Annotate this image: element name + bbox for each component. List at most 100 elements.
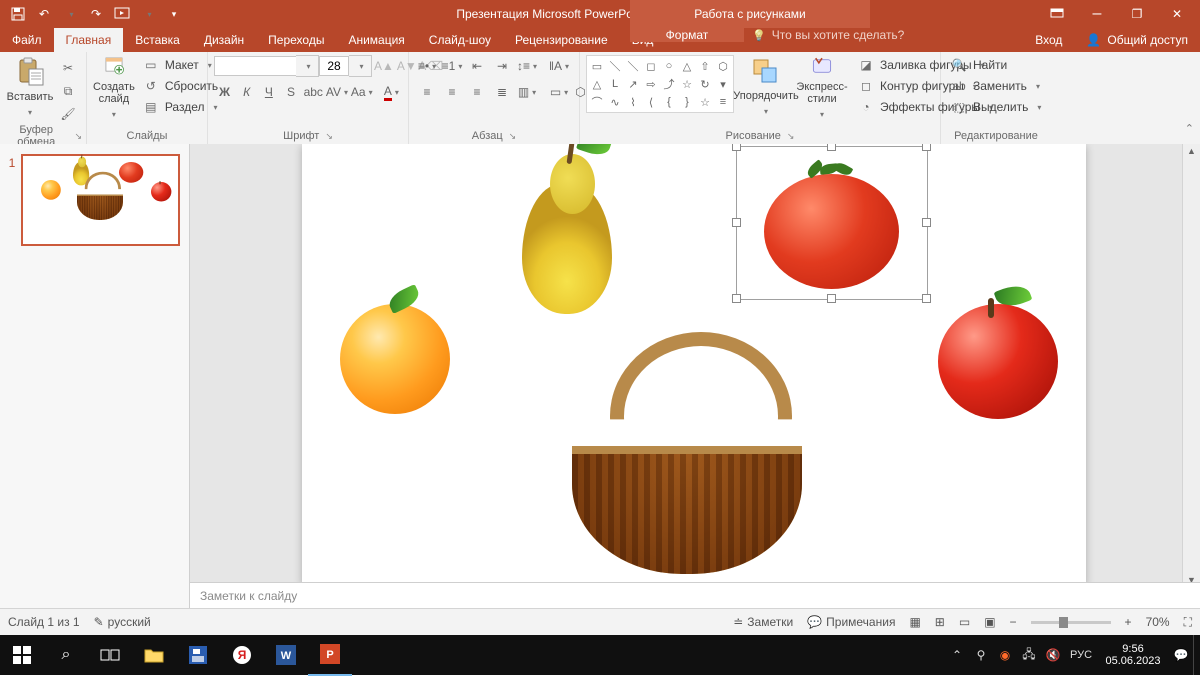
- paragraph-dialog-icon[interactable]: ↘: [509, 131, 517, 142]
- resize-handle[interactable]: [922, 294, 931, 303]
- decrease-indent-icon[interactable]: ⇤: [465, 55, 489, 77]
- maximize-icon[interactable]: ❐: [1118, 0, 1156, 28]
- tab-insert[interactable]: Вставка: [123, 28, 192, 52]
- align-center-icon[interactable]: ≡: [440, 81, 464, 103]
- save-icon[interactable]: [6, 2, 30, 26]
- taskbar-app-yandex-icon[interactable]: Я: [220, 635, 264, 675]
- align-text-icon[interactable]: ▭: [547, 81, 571, 103]
- char-spacing-icon[interactable]: AV: [325, 81, 349, 103]
- file-explorer-icon[interactable]: [132, 635, 176, 675]
- tab-file[interactable]: Файл: [0, 28, 54, 52]
- bullets-icon[interactable]: ≡•: [415, 55, 439, 77]
- qat-customize-icon[interactable]: ▾: [162, 2, 186, 26]
- numbering-icon[interactable]: ≡1: [440, 55, 464, 77]
- taskbar-clock[interactable]: 9:5605.06.2023: [1097, 643, 1169, 667]
- select-button[interactable]: ⬚Выделить: [947, 97, 1045, 117]
- zoom-level[interactable]: 70%: [1146, 615, 1170, 629]
- image-pear[interactable]: [522, 184, 612, 314]
- cut-icon[interactable]: ✂: [56, 57, 80, 79]
- ribbon-display-options-icon[interactable]: [1038, 0, 1076, 28]
- font-name-input[interactable]: [214, 56, 296, 76]
- italic-icon[interactable]: К: [236, 81, 257, 103]
- undo-icon[interactable]: ↶: [32, 2, 56, 26]
- bold-icon[interactable]: Ж: [214, 81, 235, 103]
- zoom-in-icon[interactable]: +: [1125, 615, 1132, 629]
- view-sorter-icon[interactable]: ⊞: [935, 615, 945, 629]
- drawing-dialog-icon[interactable]: ↘: [787, 131, 795, 142]
- vertical-scrollbar[interactable]: ▲ ▼ ⯅ ⯆: [1182, 144, 1200, 609]
- close-icon[interactable]: ✕: [1158, 0, 1196, 28]
- font-name-dropdown-icon[interactable]: [296, 55, 319, 77]
- underline-icon[interactable]: Ч: [258, 81, 279, 103]
- minimize-icon[interactable]: –: [1078, 0, 1116, 28]
- align-left-icon[interactable]: ≡: [415, 81, 439, 103]
- image-basket[interactable]: [572, 424, 802, 574]
- slide[interactable]: [302, 144, 1086, 584]
- taskbar-app-powerpoint-icon[interactable]: P: [308, 634, 352, 676]
- replace-button[interactable]: abЗаменить: [947, 76, 1045, 96]
- view-reading-icon[interactable]: ▭: [959, 615, 970, 629]
- font-dialog-icon[interactable]: ↘: [325, 131, 333, 142]
- notes-toggle[interactable]: ≐ Заметки: [733, 615, 793, 629]
- comments-toggle[interactable]: 💬 Примечания: [807, 615, 895, 629]
- slide-thumbnail-1[interactable]: [21, 154, 180, 246]
- scroll-up-icon[interactable]: ▲: [1187, 146, 1196, 156]
- start-from-beginning-icon[interactable]: [110, 2, 134, 26]
- task-view-icon[interactable]: [88, 635, 132, 675]
- strikethrough-icon[interactable]: S: [280, 81, 301, 103]
- quick-styles-button[interactable]: Экспресс- стили▾: [798, 55, 846, 121]
- new-slide-button[interactable]: Создать слайд ▾: [93, 55, 135, 121]
- shapes-gallery[interactable]: ▭＼＼◻○△⇧⬡ △L↗⇨⤴☆↻▾ ⌒∿⌇⟨{}☆≡: [586, 55, 734, 113]
- arrange-button[interactable]: Упорядочить▾: [742, 55, 790, 121]
- tray-app-icon[interactable]: ◉: [993, 635, 1017, 675]
- view-slideshow-icon[interactable]: ▣: [984, 615, 995, 629]
- notes-pane[interactable]: Заметки к слайду: [190, 582, 1200, 609]
- font-color-icon[interactable]: A: [381, 81, 402, 103]
- tab-transitions[interactable]: Переходы: [256, 28, 336, 52]
- volume-icon[interactable]: 🔇: [1041, 635, 1065, 675]
- change-case-icon[interactable]: Aa: [350, 81, 374, 103]
- resize-handle[interactable]: [732, 144, 741, 151]
- columns-icon[interactable]: ▥: [515, 81, 539, 103]
- redo-icon[interactable]: ↷: [84, 2, 108, 26]
- resize-handle[interactable]: [732, 294, 741, 303]
- justify-icon[interactable]: ≣: [490, 81, 514, 103]
- tell-me-input[interactable]: Что вы хотите сделать?: [740, 28, 916, 42]
- font-size-input[interactable]: [319, 56, 349, 76]
- find-button[interactable]: 🔍Найти: [947, 55, 1045, 75]
- sign-in-button[interactable]: Вход: [1023, 28, 1074, 52]
- wifi-icon[interactable]: ⚲: [969, 635, 993, 675]
- zoom-slider[interactable]: [1031, 621, 1111, 624]
- line-spacing-icon[interactable]: ↕≡: [515, 55, 539, 77]
- touch-mode-icon[interactable]: [136, 2, 160, 26]
- format-painter-icon[interactable]: 🖌: [56, 103, 80, 125]
- resize-handle[interactable]: [922, 218, 931, 227]
- align-right-icon[interactable]: ≡: [465, 81, 489, 103]
- paste-button[interactable]: Вставить ▾: [6, 55, 54, 121]
- tab-review[interactable]: Рецензирование: [503, 28, 620, 52]
- start-button-icon[interactable]: [0, 635, 44, 675]
- copy-icon[interactable]: ⧉: [56, 80, 80, 102]
- image-orange[interactable]: [340, 304, 450, 414]
- search-icon[interactable]: ⌕: [44, 635, 88, 675]
- fit-to-window-icon[interactable]: ⛶: [1184, 615, 1192, 630]
- increase-indent-icon[interactable]: ⇥: [490, 55, 514, 77]
- taskbar-app-save-icon[interactable]: [176, 635, 220, 675]
- tray-chevron-icon[interactable]: ⌃: [945, 635, 969, 675]
- tab-home[interactable]: Главная: [54, 28, 124, 52]
- zoom-out-icon[interactable]: −: [1010, 615, 1017, 629]
- share-button[interactable]: 👤Общий доступ: [1074, 28, 1200, 52]
- selection-box[interactable]: [736, 146, 928, 300]
- status-language[interactable]: ✎русский: [94, 615, 151, 629]
- tab-design[interactable]: Дизайн: [192, 28, 256, 52]
- resize-handle[interactable]: [732, 218, 741, 227]
- input-language[interactable]: РУС: [1065, 635, 1097, 675]
- undo-dropdown-icon[interactable]: [58, 2, 82, 26]
- tab-slideshow[interactable]: Слайд-шоу: [417, 28, 503, 52]
- text-direction-icon[interactable]: ‖A: [547, 55, 571, 77]
- view-normal-icon[interactable]: ▦: [909, 615, 920, 629]
- tab-format[interactable]: Формат: [630, 28, 744, 42]
- slide-canvas-area[interactable]: ▲ ▼ ⯅ ⯆: [190, 144, 1200, 609]
- collapse-ribbon-icon[interactable]: ⌃: [1185, 122, 1194, 135]
- resize-handle[interactable]: [922, 144, 931, 151]
